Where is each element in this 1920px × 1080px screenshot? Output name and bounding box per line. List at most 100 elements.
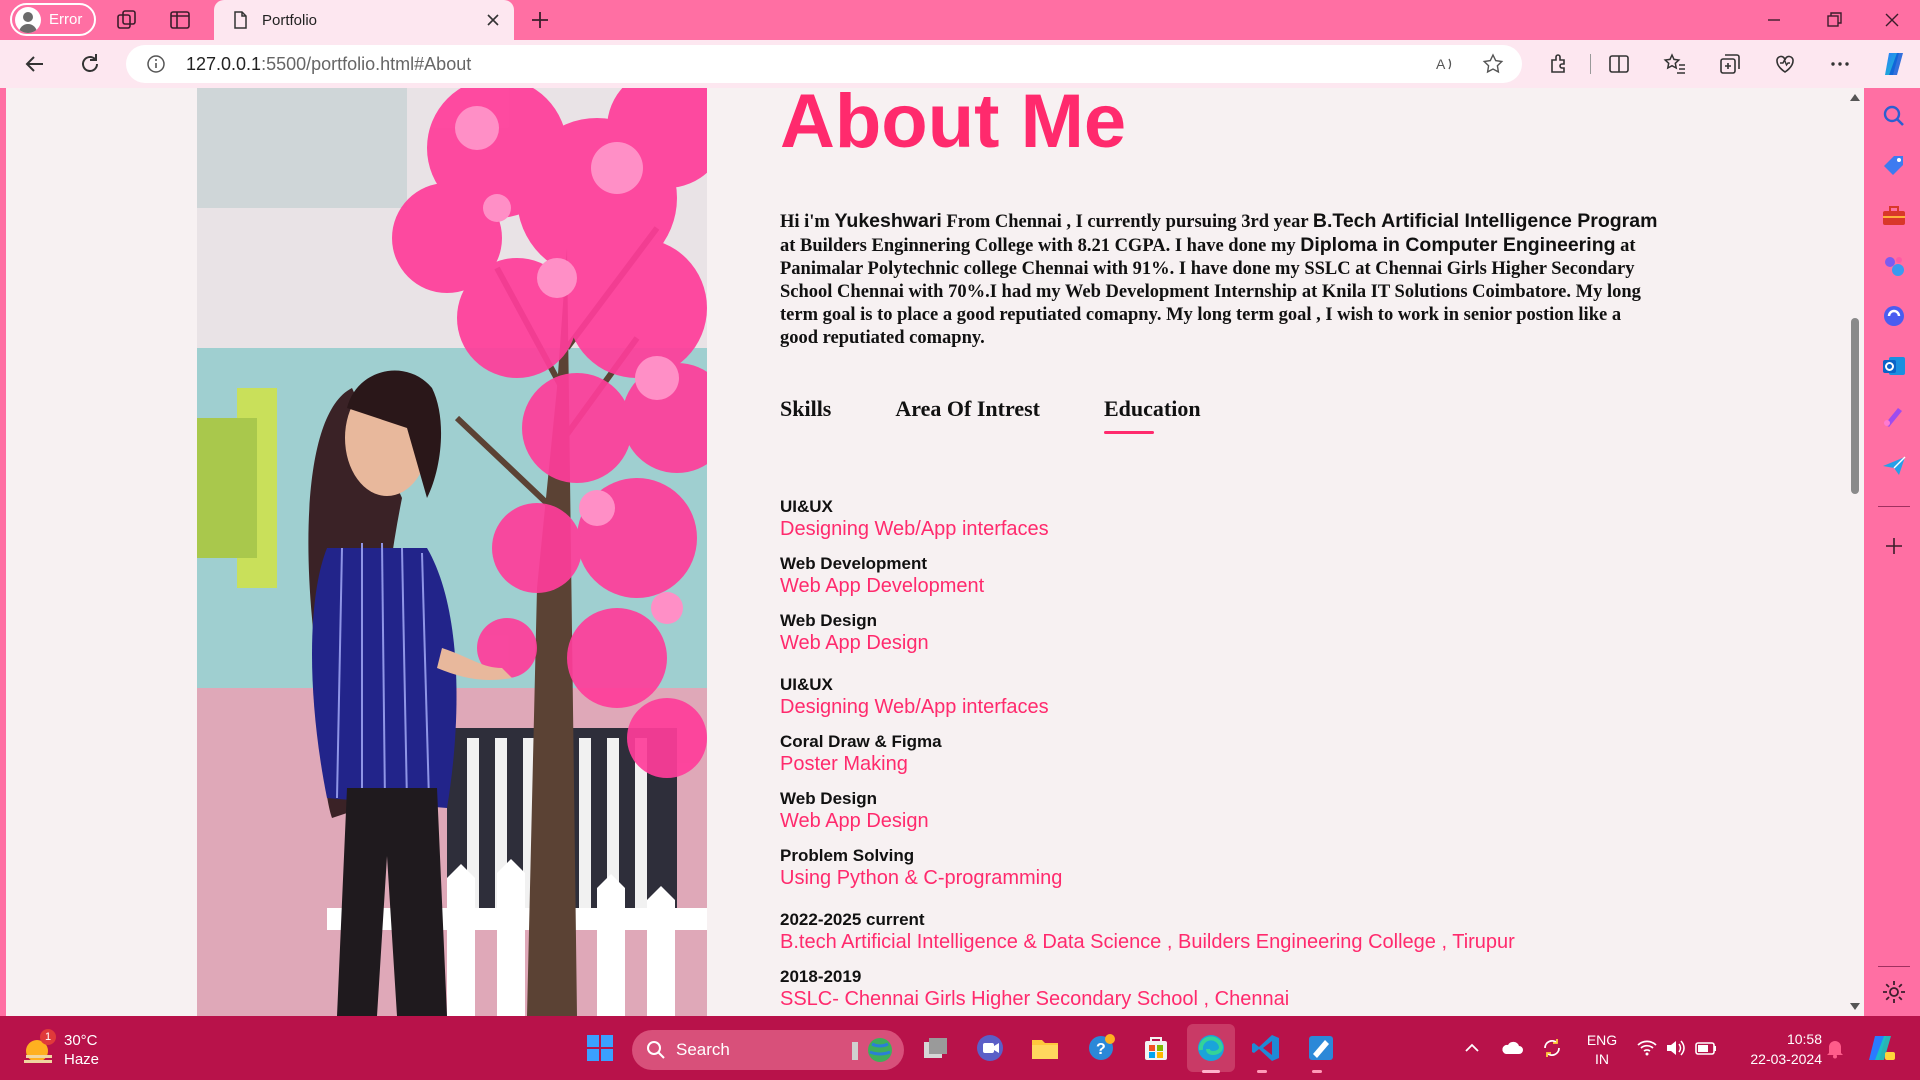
- read-aloud-icon[interactable]: A: [1434, 53, 1456, 75]
- tab-portfolio[interactable]: Portfolio: [214, 0, 514, 40]
- tab-area-of-intrest[interactable]: Area Of Intrest: [895, 396, 1040, 434]
- page-icon: [234, 11, 247, 29]
- chevron-up-icon[interactable]: [1462, 1038, 1482, 1058]
- intro-text: From Chennai , I currently pursuing 3rd …: [941, 212, 1313, 232]
- onedrive-cloud-icon[interactable]: [1500, 1036, 1524, 1060]
- active-indicator: [1202, 1070, 1220, 1073]
- paint-icon[interactable]: [1305, 1032, 1337, 1064]
- tab-skills[interactable]: Skills: [780, 396, 831, 434]
- edge-browser-icon[interactable]: [1195, 1032, 1227, 1064]
- item-desc: Designing Web/App interfaces: [780, 696, 1049, 718]
- scroll-down-icon[interactable]: [1849, 1002, 1861, 1012]
- microsoft-store-icon[interactable]: [1140, 1032, 1172, 1064]
- weather-widget[interactable]: 1 30°C Haze: [22, 1029, 142, 1069]
- profile-button[interactable]: Error: [10, 3, 96, 36]
- workspaces-icon[interactable]: [115, 8, 139, 32]
- about-tabs: Skills Area Of Intrest Education: [780, 396, 1265, 434]
- list-item: 2022-2025 current B.tech Artificial Intel…: [780, 910, 1515, 954]
- close-window-icon[interactable]: [1880, 8, 1904, 32]
- add-icon[interactable]: [1880, 532, 1908, 560]
- performance-icon[interactable]: [1772, 51, 1798, 77]
- address-bar-row: 127.0.0.1:5500/portfolio.html#About A: [0, 40, 1920, 88]
- outlook-icon[interactable]: [1880, 352, 1908, 380]
- site-info-icon[interactable]: [146, 54, 166, 74]
- url-path: :5500/portfolio.html#About: [261, 53, 472, 74]
- copilot-sidebar-icon[interactable]: [1880, 302, 1908, 330]
- search-highlight-icon: [852, 1038, 892, 1062]
- wifi-icon[interactable]: [1636, 1037, 1658, 1059]
- sidebar-divider: [1878, 506, 1910, 507]
- list-item: Problem Solving Using Python & C-programm…: [780, 846, 1515, 890]
- address-field[interactable]: 127.0.0.1:5500/portfolio.html#About A: [126, 45, 1522, 83]
- notification-bell-icon[interactable]: [1825, 1037, 1845, 1059]
- profile-photo: [197, 88, 707, 1016]
- back-icon[interactable]: [22, 51, 48, 77]
- profile-photo-illustration: [197, 88, 707, 1016]
- help-icon[interactable]: ?: [1085, 1032, 1117, 1064]
- education-list: 2022-2025 current B.tech Artificial Intel…: [780, 910, 1515, 1011]
- file-explorer-icon[interactable]: [1029, 1032, 1061, 1064]
- games-icon[interactable]: [1880, 252, 1908, 280]
- task-view-icon[interactable]: [920, 1032, 952, 1064]
- restore-icon[interactable]: [1822, 8, 1846, 32]
- item-title: Problem Solving: [780, 846, 915, 865]
- volume-icon[interactable]: [1664, 1037, 1686, 1059]
- battery-icon[interactable]: [1694, 1037, 1718, 1059]
- start-icon[interactable]: [584, 1032, 616, 1064]
- intro-name: Yukeshwari: [834, 210, 942, 232]
- list-item: Coral Draw & Figma Poster Making: [780, 732, 1515, 776]
- extensions-icon[interactable]: [1546, 51, 1572, 77]
- item-title: UI&UX: [780, 675, 833, 694]
- more-options-icon[interactable]: [1827, 51, 1853, 77]
- page-scrollbar[interactable]: [1846, 88, 1864, 1016]
- tab-title: Portfolio: [262, 11, 318, 29]
- copilot-icon[interactable]: [1880, 49, 1910, 79]
- region-indicator: IN: [1595, 1051, 1609, 1067]
- new-tab-icon[interactable]: [528, 8, 552, 32]
- designer-icon[interactable]: [1880, 402, 1908, 430]
- list-item: Web Design Web App Design: [780, 789, 1515, 833]
- item-desc: Web App Design: [780, 810, 929, 832]
- profile-status: Error: [49, 11, 83, 28]
- favorites-icon[interactable]: [1662, 51, 1688, 77]
- running-indicator: [1312, 1070, 1322, 1073]
- copilot-taskbar-icon[interactable]: [1865, 1032, 1897, 1064]
- clock-date: 22-03-2024: [1750, 1051, 1822, 1067]
- close-tab-icon[interactable]: [484, 11, 502, 29]
- language-indicator[interactable]: ENG: [1585, 1032, 1619, 1048]
- tools-icon[interactable]: [1880, 202, 1908, 230]
- shopping-tag-icon[interactable]: [1880, 152, 1908, 180]
- weather-temp: 30°C: [64, 1032, 98, 1049]
- tab-education[interactable]: Education: [1103, 396, 1201, 434]
- sidebar-divider: [1878, 966, 1910, 967]
- teams-meet-icon[interactable]: [974, 1032, 1006, 1064]
- send-icon[interactable]: [1880, 452, 1908, 480]
- item-title: 2022-2025 current: [780, 910, 925, 929]
- weather-badge: 1: [40, 1029, 56, 1045]
- item-desc: Designing Web/App interfaces: [780, 518, 1049, 540]
- list-item: Web Development Web App Development: [780, 554, 1515, 598]
- favorite-star-icon[interactable]: [1482, 53, 1504, 75]
- url-text: 127.0.0.1:5500/portfolio.html#About: [186, 54, 471, 75]
- item-title: UI&UX: [780, 497, 833, 516]
- item-title: Web Design: [780, 611, 877, 630]
- refresh-icon[interactable]: [77, 51, 103, 77]
- scroll-up-icon[interactable]: [1849, 92, 1861, 102]
- collections-icon[interactable]: [1717, 51, 1743, 77]
- search-placeholder: Search: [676, 1040, 730, 1059]
- settings-gear-icon[interactable]: [1880, 978, 1908, 1006]
- minimize-icon[interactable]: [1762, 8, 1786, 32]
- taskbar-search[interactable]: Search: [632, 1030, 904, 1070]
- list-item: 2018-2019 SSLC- Chennai Girls Higher Seco…: [780, 967, 1515, 1011]
- vertical-tabs-icon[interactable]: [168, 8, 192, 32]
- clock-time[interactable]: 10:58: [1732, 1031, 1822, 1047]
- vscode-icon[interactable]: [1250, 1032, 1282, 1064]
- toolbar-divider: [1590, 54, 1591, 74]
- search-icon[interactable]: [1880, 102, 1908, 130]
- sync-icon[interactable]: [1540, 1036, 1564, 1060]
- list-item: UI&UX Designing Web/App interfaces: [780, 497, 1515, 541]
- split-screen-icon[interactable]: [1606, 51, 1632, 77]
- item-desc: Web App Design: [780, 632, 929, 654]
- scroll-thumb[interactable]: [1851, 318, 1859, 494]
- url-host: 127.0.0.1: [186, 53, 262, 74]
